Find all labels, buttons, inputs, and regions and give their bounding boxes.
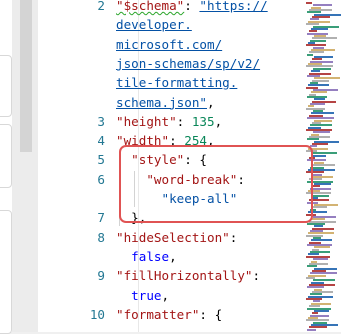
code-token: "fillHorizontally": [116, 268, 253, 284]
code-text: "hideSelection":: [116, 228, 237, 247]
code-text: developer.: [116, 15, 192, 34]
minimap-line: [307, 328, 316, 331]
code-line[interactable]: false,: [38, 247, 306, 266]
code-token: 135: [191, 113, 215, 129]
code-token: "height": [116, 113, 177, 129]
line-number: 7: [97, 210, 105, 226]
left-panel-card: [0, 124, 12, 188]
code-line[interactable]: true,: [38, 286, 306, 305]
code-text: microsoft.com/: [116, 35, 222, 54]
code-text: schema.json",: [116, 93, 215, 112]
line-number: 10: [89, 306, 105, 322]
code-token: tile-formatting.: [116, 75, 238, 91]
code-token: ,: [161, 287, 170, 303]
code-token: "$schema": [116, 0, 185, 13]
annotation-highlight-box: [119, 145, 313, 223]
code-line[interactable]: tile-formatting.: [38, 73, 306, 92]
code-line[interactable]: 10 "formatter": {: [38, 305, 306, 324]
code-token: microsoft.com/: [116, 36, 223, 52]
code-token: "https://: [199, 0, 268, 13]
line-number: 6: [97, 171, 105, 187]
code-line[interactable]: microsoft.com/: [38, 35, 306, 54]
code-token: :: [184, 0, 200, 13]
minimap-line: [306, 2, 312, 4]
line-number: 9: [97, 268, 105, 284]
code-token: ,: [207, 94, 215, 110]
code-text: json-schemas/sp/v2/: [116, 54, 260, 73]
code-token: ,: [169, 248, 177, 264]
code-text: "height": 135,: [116, 112, 222, 131]
left-panel-card: [0, 210, 12, 334]
code-token: schema.json": [116, 94, 207, 110]
line-number: 3: [97, 113, 105, 129]
code-token: "hideSelection": [116, 229, 230, 245]
code-line[interactable]: 3 "height": 135,: [38, 112, 306, 131]
code-text: "fillHorizontally":: [116, 266, 260, 285]
code-line[interactable]: 9 "fillHorizontally":: [38, 266, 306, 285]
code-text: "formatter": {: [116, 305, 222, 324]
code-token: "formatter": [116, 306, 200, 322]
code-line[interactable]: 8 "hideSelection":: [38, 228, 306, 247]
code-token: ,: [214, 113, 223, 129]
code-token: false: [116, 248, 170, 264]
code-token: developer.: [116, 17, 192, 33]
code-text: tile-formatting.: [116, 73, 237, 92]
code-token: :: [176, 113, 192, 129]
line-number: 2: [97, 0, 105, 13]
page-scrollbar-thumb[interactable]: [20, 0, 32, 152]
code-line[interactable]: 2 "$schema": "https://: [38, 0, 306, 15]
code-token: :: [229, 229, 238, 245]
code-line[interactable]: schema.json",: [38, 93, 306, 112]
code-token: : {: [199, 306, 223, 322]
code-token: true: [116, 287, 162, 303]
line-number: 5: [97, 152, 105, 168]
line-number: 8: [97, 229, 105, 245]
minimap-line: [307, 53, 313, 56]
line-number: 4: [97, 133, 105, 149]
code-line[interactable]: json-schemas/sp/v2/: [38, 54, 306, 73]
code-token: :: [252, 268, 261, 284]
code-text: false,: [116, 247, 177, 266]
code-text: "$schema": "https://: [116, 0, 268, 15]
code-line[interactable]: developer.: [38, 15, 306, 34]
code-editor[interactable]: 2 "$schema": "https:// developer. microsoft…: [38, 0, 341, 332]
code-text: true,: [116, 286, 169, 305]
code-token: json-schemas/sp/v2/: [116, 55, 261, 71]
left-panel-card: [0, 55, 12, 117]
